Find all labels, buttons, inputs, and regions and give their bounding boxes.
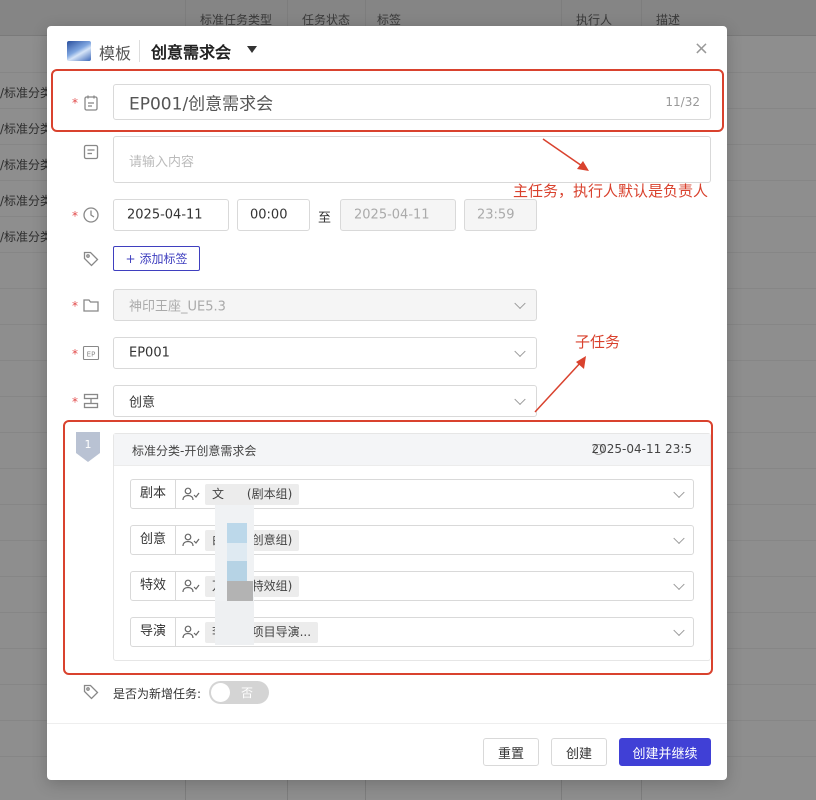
subtask-note: 子任务	[575, 333, 621, 351]
main-task-note: 主任务，执行人默认是负责人	[513, 182, 709, 200]
annotation-arrows	[534, 138, 589, 413]
